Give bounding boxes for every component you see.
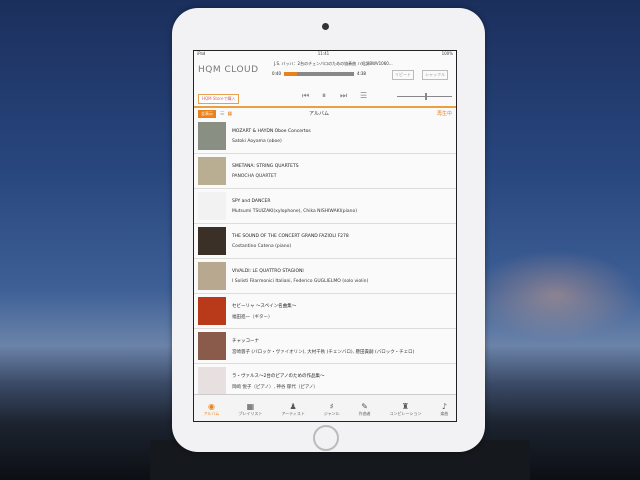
progress: 0:40 4:38: [272, 71, 366, 76]
now-playing-link[interactable]: 再生中: [437, 110, 452, 117]
next-icon[interactable]: ⏭: [340, 91, 347, 101]
album-art: [198, 367, 226, 395]
volume-slider[interactable]: [397, 93, 452, 100]
shuffle-button[interactable]: シャッフル: [422, 70, 448, 80]
tab-label: コンピレーション: [389, 410, 422, 416]
tab-item[interactable]: ✎ 作曲者: [359, 402, 371, 417]
tab-icon: ♜: [401, 401, 410, 411]
tab-item[interactable]: ▦ プレイリスト: [238, 402, 262, 417]
album-art: [198, 192, 226, 220]
album-art: [198, 332, 226, 360]
clock: 11:41: [317, 51, 330, 56]
album-title: MOZART & HAYDN Oboe Concertos: [232, 128, 311, 134]
album-title: セビーリャ 〜スペイン名曲集〜: [232, 303, 297, 309]
tab-icon: ✎: [361, 401, 368, 411]
album-artist: 福田進一（ギター）: [232, 314, 273, 320]
grid-view-icon[interactable]: ▦: [227, 111, 232, 117]
elapsed-time: 0:40: [272, 71, 281, 76]
view-bar: 全表示 ☰ ▦ アルバム 再生中: [194, 108, 456, 119]
tab-label: アルバム: [203, 410, 220, 416]
tab-icon: ◉: [207, 401, 215, 411]
album-art: [198, 297, 226, 325]
section-title: アルバム: [309, 111, 329, 117]
progress-bar[interactable]: [283, 71, 354, 76]
album-artist: Mutsumi TSUIZAKI(xylophone), Chika NISHI…: [232, 208, 357, 214]
tab-icon: ♪: [441, 401, 447, 411]
album-title: THE SOUND OF THE CONCERT GRAND FAZIOLI F…: [232, 233, 349, 239]
album-row[interactable]: SPY and DANCER Mutsumi TSUIZAKI(xylophon…: [194, 189, 456, 224]
tab-item[interactable]: ◉ アルバム: [203, 402, 219, 417]
device-label: iPad: [197, 51, 206, 56]
album-title: VIVALDI: LE QUATTRO STAGIONI: [232, 268, 304, 274]
sunset-glow: [470, 250, 640, 340]
album-art: [198, 122, 226, 150]
album-row[interactable]: MOZART & HAYDN Oboe Concertos Satoki Aoy…: [194, 119, 456, 154]
album-art: [198, 157, 226, 185]
album-row[interactable]: チャッコーナ 宮崎蓉子 (バロック・ヴァイオリン), 大村千秋 (チェンバロ),…: [194, 329, 456, 364]
camera: [322, 23, 329, 30]
app-logo: HQM CLOUD: [198, 65, 259, 75]
now-playing-title: J.S. バッハ：2台のチェンバロのための協奏曲 ハ短調BWV1060...: [274, 61, 393, 66]
battery: 100%: [441, 51, 453, 56]
album-art: [198, 262, 226, 290]
album-artist: 岡﨑 悦子（ピアノ）, 神谷 郁代（ピアノ）: [232, 384, 318, 390]
volume-thumb[interactable]: [425, 93, 427, 100]
tab-item[interactable]: ♜ コンピレーション: [390, 402, 422, 417]
tab-label: プレイリスト: [238, 410, 263, 416]
tab-label: 楽曲: [440, 410, 449, 416]
app-screen: iPad 11:41 100% HQM CLOUD J.S. バッハ：2台のチェ…: [193, 50, 457, 422]
store-button[interactable]: HQM Storeで購入: [198, 94, 240, 104]
progress-fill: [283, 71, 297, 76]
tab-item[interactable]: ♯ ジャンル: [324, 402, 340, 417]
tab-item[interactable]: ♟ アーティスト: [281, 402, 305, 417]
album-row[interactable]: THE SOUND OF THE CONCERT GRAND FAZIOLI F…: [194, 224, 456, 259]
album-title: SPY and DANCER: [232, 198, 271, 204]
album-artist: PANOCHA QUARTET: [232, 173, 277, 179]
album-title: SMETANA: STRING QUARTETS: [232, 163, 299, 169]
album-artist: Satoki Aoyama (oboe): [232, 138, 282, 144]
album-artist: I Solisti Filarmonici Italiani, Federico…: [232, 278, 369, 284]
previous-icon[interactable]: ⏮: [302, 91, 309, 101]
list-view-icon[interactable]: ☰: [220, 111, 224, 117]
repeat-button[interactable]: リピート: [392, 70, 414, 80]
album-row[interactable]: セビーリャ 〜スペイン名曲集〜 福田進一（ギター）: [194, 294, 456, 329]
tab-icon: ♟: [289, 401, 297, 411]
album-row[interactable]: SMETANA: STRING QUARTETS PANOCHA QUARTET: [194, 154, 456, 189]
queue-icon[interactable]: ☰: [360, 91, 367, 100]
pause-icon[interactable]: ⏸: [322, 91, 326, 101]
tab-icon: ♯: [329, 401, 334, 411]
album-title: ラ・ヴァルス〜2台のピアノのための作品集〜: [232, 373, 325, 379]
album-title: チャッコーナ: [232, 338, 259, 344]
album-art: [198, 227, 226, 255]
status-bar: iPad 11:41 100%: [194, 51, 456, 58]
tab-label: アーティスト: [281, 410, 305, 416]
album-row[interactable]: VIVALDI: LE QUATTRO STAGIONI I Solisti F…: [194, 259, 456, 294]
remaining-time: 4:38: [356, 71, 366, 76]
album-artist: Costantino Catena (piano): [232, 243, 292, 249]
tab-icon: ▦: [246, 401, 255, 411]
tab-label: ジャンル: [323, 410, 340, 416]
ipad-device: iPad 11:41 100% HQM CLOUD J.S. バッハ：2台のチェ…: [172, 8, 485, 452]
tab-label: 作曲者: [358, 410, 371, 416]
tab-bar: ◉ アルバム ▦ プレイリスト ♟ アーティスト ♯ ジャンル ✎ 作曲者 ♜ …: [194, 394, 456, 421]
album-artist: 宮崎蓉子 (バロック・ヴァイオリン), 大村千秋 (チェンバロ), 懸田貴嗣 (…: [232, 349, 415, 355]
tab-item[interactable]: ♪ 楽曲: [440, 402, 448, 417]
album-list: MOZART & HAYDN Oboe Concertos Satoki Aoy…: [194, 119, 456, 399]
show-all-button[interactable]: 全表示: [198, 109, 216, 118]
home-button[interactable]: [313, 425, 339, 451]
